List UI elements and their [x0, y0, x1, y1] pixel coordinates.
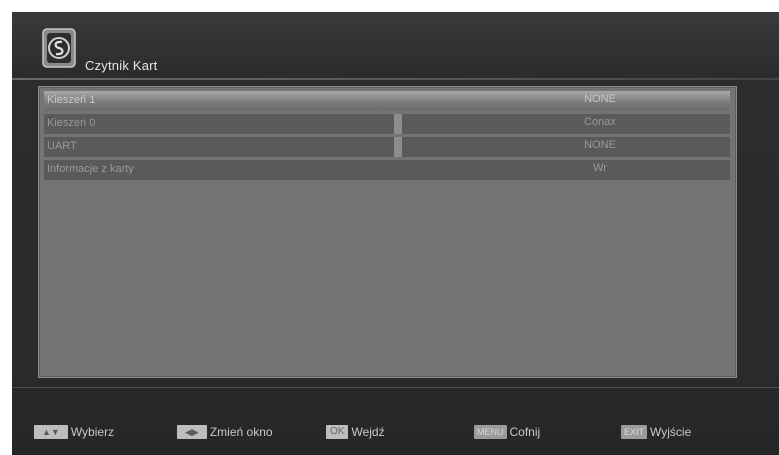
footer-divider	[12, 387, 779, 388]
up-down-arrows-icon: ▲▼	[34, 425, 68, 439]
row-value: Wr	[593, 162, 607, 174]
card-reader-panel: Kieszeń 1 NONE Kieszeń 0 Conax UART NONE…	[38, 86, 737, 378]
hint-label: Cofnij	[509, 425, 541, 439]
menu-row-slot-1[interactable]: Kieszeń 1 NONE	[44, 91, 730, 111]
row-label: Informacje z karty	[47, 163, 134, 175]
row-label: UART	[47, 140, 77, 152]
menu-row-slot-0[interactable]: Kieszeń 0 Conax	[44, 114, 730, 134]
column-separator	[394, 114, 402, 134]
hint-back: MENU Cofnij	[474, 425, 540, 439]
hint-label: Zmień okno	[209, 425, 273, 439]
menu-row-card-info[interactable]: Informacje z karty Wr	[44, 160, 730, 180]
hint-label: Wejdź	[351, 425, 385, 439]
exit-key: EXIT	[621, 425, 648, 439]
hint-exit: EXIT Wyjście	[621, 425, 691, 439]
row-label: Kieszeń 1	[47, 94, 96, 106]
menu-key: MENU	[474, 425, 507, 439]
card-reader-logo-icon	[42, 28, 76, 68]
page-title: Czytnik Kart	[85, 58, 158, 73]
row-value: NONE	[584, 93, 616, 105]
hint-label: Wyjście	[650, 425, 692, 439]
column-separator	[394, 137, 402, 157]
ok-key: OK	[326, 425, 349, 439]
header-divider	[12, 78, 779, 80]
hint-label: Wybierz	[70, 425, 115, 439]
tv-screen: Czytnik Kart Kieszeń 1 NONE Kieszeń 0 Co…	[12, 12, 779, 455]
left-right-arrows-icon: ◀▶	[177, 425, 207, 439]
row-label: Kieszeń 0	[47, 117, 96, 129]
row-value: Conax	[584, 116, 616, 128]
hint-select: ▲▼ Wybierz	[34, 425, 114, 439]
menu-row-uart[interactable]: UART NONE	[44, 137, 730, 157]
hint-change-window: ◀▶ Zmień okno	[177, 425, 273, 439]
row-value: NONE	[584, 139, 616, 151]
hint-enter: OK Wejdź	[326, 425, 385, 439]
